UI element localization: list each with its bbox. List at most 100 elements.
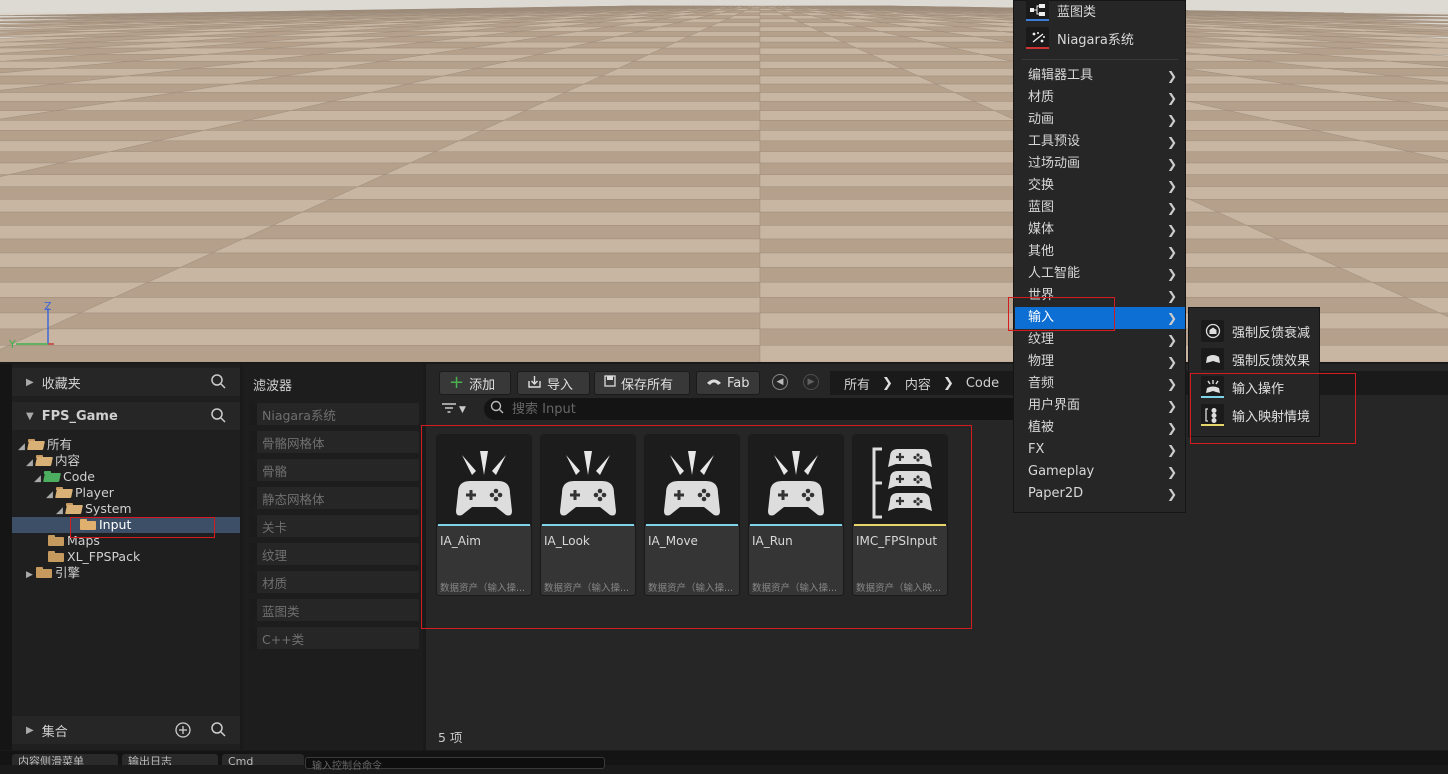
menu-item[interactable]: 动画❯ — [1015, 109, 1185, 131]
add-button[interactable]: + 添加 — [439, 371, 511, 395]
submenu-force-feedback-attenuation[interactable]: 强制反馈衰减 — [1201, 319, 1310, 343]
axis-z-label: Z — [44, 300, 52, 313]
asset-tile[interactable]: IA_Look数据资产（输入操... — [540, 434, 636, 596]
menu-item[interactable]: 输入❯ — [1015, 307, 1185, 329]
tree-item-xl-fpspack[interactable]: XL_FPSPack — [38, 549, 140, 565]
filter-dropdown[interactable]: ▼ — [442, 402, 466, 418]
filter-item[interactable]: 静态网格体 — [249, 487, 419, 509]
submenu-label: 强制反馈衰减 — [1232, 322, 1310, 341]
menu-item[interactable]: 纹理❯ — [1015, 329, 1185, 351]
filter-icon — [442, 402, 456, 418]
collections-header[interactable]: ▶ 集合 — [12, 716, 240, 744]
tree-label: Maps — [67, 533, 100, 548]
breadcrumb-content[interactable]: 内容 — [905, 374, 931, 393]
asset-type-color-bar — [646, 524, 738, 526]
menu-item[interactable]: 人工智能❯ — [1015, 263, 1185, 285]
menu-item[interactable]: 其他❯ — [1015, 241, 1185, 263]
filter-item[interactable]: C++类 — [249, 627, 419, 649]
tree-item-engine[interactable]: ▶引擎 — [26, 565, 80, 581]
search-icon[interactable] — [211, 722, 226, 741]
favorites-header[interactable]: ▶ 收藏夹 — [12, 368, 240, 396]
menu-item[interactable]: 物理❯ — [1015, 351, 1185, 373]
collections-title: 集合 — [42, 721, 68, 740]
gamepad-action-icon — [749, 435, 843, 525]
filter-item[interactable]: Niagara系统 — [249, 403, 419, 425]
asset-tile[interactable]: IA_Move数据资产（输入操... — [644, 434, 740, 596]
filter-item[interactable]: 关卡 — [249, 515, 419, 537]
asset-tile[interactable]: IA_Run数据资产（输入操... — [748, 434, 844, 596]
menu-item[interactable]: 编辑器工具❯ — [1015, 65, 1185, 87]
menu-entry-niagara-system[interactable]: Niagara系统 — [1026, 26, 1134, 50]
menu-item-label: 媒体 — [1028, 222, 1054, 237]
blueprint-class-icon — [1026, 0, 1049, 21]
folder-open-icon — [44, 471, 60, 482]
tree-item-all[interactable]: ◢所有 — [18, 437, 72, 453]
forward-arrow-icon[interactable]: ▶ — [803, 374, 819, 390]
tree-item-system[interactable]: ◢System — [56, 501, 132, 517]
context-menu: 蓝图类 Niagara系统 编辑器工具❯材质❯动画❯工具预设❯过场动画❯交换❯蓝… — [1013, 0, 1186, 513]
search-icon[interactable] — [211, 408, 226, 427]
menu-item[interactable]: FX❯ — [1015, 439, 1185, 461]
save-all-button[interactable]: 保存所有 — [594, 371, 690, 395]
tree-item-player[interactable]: ◢Player — [46, 485, 114, 501]
menu-item[interactable]: 蓝图❯ — [1015, 197, 1185, 219]
search-icon[interactable] — [211, 374, 226, 393]
fab-button[interactable]: Fab — [696, 371, 760, 395]
submenu-arrow-icon: ❯ — [1167, 219, 1177, 241]
submenu-input-mapping-context[interactable]: 输入映射情境 — [1201, 403, 1310, 427]
filter-item[interactable]: 纹理 — [249, 543, 419, 565]
back-arrow-icon[interactable]: ◀ — [772, 374, 788, 390]
tree-label: Input — [99, 517, 131, 532]
menu-item-label: 编辑器工具 — [1028, 68, 1093, 83]
asset-type: 数据资产（输入操... — [544, 580, 629, 594]
search-icon — [490, 400, 504, 418]
tree-item-maps[interactable]: Maps — [38, 533, 100, 549]
filter-label: 蓝图类 — [262, 601, 300, 620]
project-header[interactable]: ▼ FPS_Game — [12, 402, 240, 430]
menu-item[interactable]: 交换❯ — [1015, 175, 1185, 197]
chevron-right-icon[interactable]: ❯ — [943, 376, 954, 391]
menu-item[interactable]: Gameplay❯ — [1015, 461, 1185, 483]
menu-item[interactable]: 过场动画❯ — [1015, 153, 1185, 175]
import-button[interactable]: 导入 — [517, 371, 590, 395]
menu-item[interactable]: 用户界面❯ — [1015, 395, 1185, 417]
search-input[interactable] — [510, 401, 994, 418]
add-collection-icon[interactable] — [175, 722, 191, 742]
asset-search-bar[interactable] — [484, 398, 1044, 420]
folder-open-icon — [56, 487, 72, 498]
asset-tile[interactable]: IMC_FPSInput数据资产（输入映... — [852, 434, 948, 596]
menu-item[interactable]: 音频❯ — [1015, 373, 1185, 395]
chevron-down-icon: ▼ — [459, 405, 466, 415]
submenu-arrow-icon: ❯ — [1167, 461, 1177, 483]
breadcrumb-code[interactable]: Code — [966, 376, 999, 391]
menu-item[interactable]: 材质❯ — [1015, 87, 1185, 109]
menu-item[interactable]: 世界❯ — [1015, 285, 1185, 307]
menu-item-label: 物理 — [1028, 354, 1054, 369]
asset-name: IA_Move — [648, 534, 698, 548]
submenu-input-action[interactable]: 输入操作 — [1201, 375, 1284, 399]
menu-entry-blueprint-class[interactable]: 蓝图类 — [1026, 0, 1096, 22]
submenu-force-feedback-effect[interactable]: 强制反馈效果 — [1201, 347, 1310, 371]
filter-panel: 滤波器 Niagara系统骨骼网格体骨骼静态网格体关卡纹理材质蓝图类C++类 — [243, 364, 423, 750]
chevron-right-icon[interactable]: ❯ — [882, 376, 893, 391]
import-label: 导入 — [547, 374, 573, 393]
tab-content-drawer[interactable]: 内容侧滑菜单 — [12, 754, 118, 765]
menu-item[interactable]: Paper2D❯ — [1015, 483, 1185, 505]
filter-item[interactable]: 蓝图类 — [249, 599, 419, 621]
breadcrumb-all[interactable]: 所有 — [844, 374, 870, 393]
filter-item[interactable]: 材质 — [249, 571, 419, 593]
console-input[interactable]: 输入控制台命令 — [305, 757, 605, 769]
tree-item-content[interactable]: ◢内容 — [26, 453, 80, 469]
filter-item[interactable]: 骨骼 — [249, 459, 419, 481]
tree-item-code[interactable]: ◢Code — [34, 469, 95, 485]
menu-item[interactable]: 工具预设❯ — [1015, 131, 1185, 153]
filter-item[interactable]: 骨骼网格体 — [249, 431, 419, 453]
menu-item[interactable]: 植被❯ — [1015, 417, 1185, 439]
tab-output-log[interactable]: 输出日志 — [122, 754, 218, 765]
asset-tile[interactable]: IA_Aim数据资产（输入操... — [436, 434, 532, 596]
tree-item-input[interactable]: Input — [70, 517, 131, 533]
filter-label: 骨骼 — [262, 461, 287, 480]
input-mapping-context-icon — [1201, 404, 1224, 426]
tab-cmd[interactable]: Cmd — [222, 754, 304, 765]
menu-item[interactable]: 媒体 ❯ — [1015, 219, 1185, 241]
